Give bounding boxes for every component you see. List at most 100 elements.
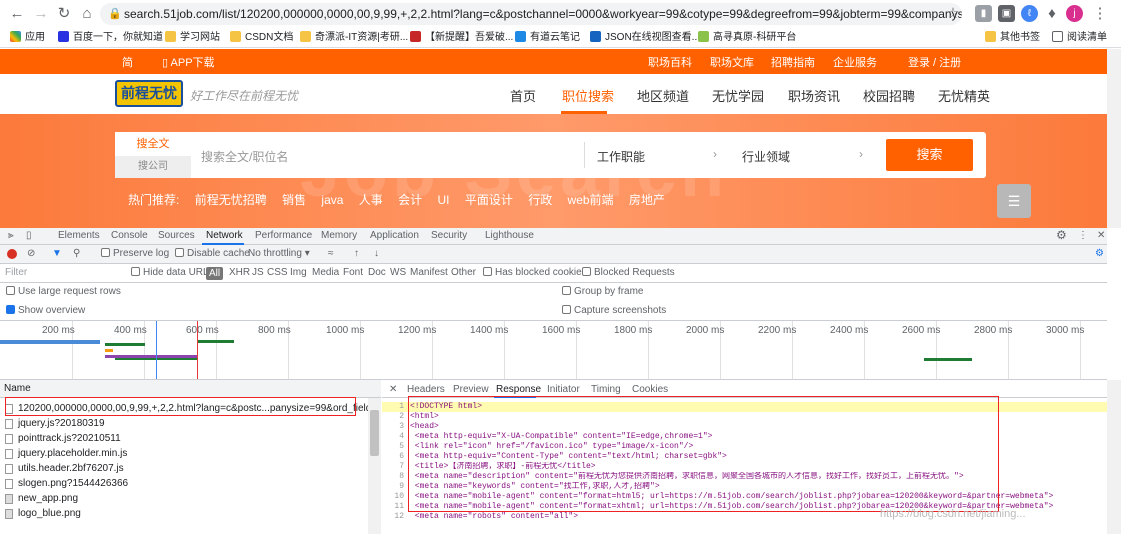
hot-keyword[interactable]: 人事 bbox=[359, 193, 383, 207]
top-link[interactable]: 企业服务 bbox=[833, 54, 877, 70]
bookmark-item[interactable]: CSDN文档 bbox=[230, 30, 293, 45]
search-button[interactable]: 搜索 bbox=[886, 139, 973, 171]
nav-item-active[interactable]: 职位搜索 bbox=[562, 86, 614, 105]
preserve-log-checkbox[interactable]: Preserve log bbox=[101, 248, 169, 259]
large-rows-checkbox[interactable]: Use large request rows bbox=[6, 286, 121, 297]
tab-performance[interactable]: Performance bbox=[255, 230, 312, 241]
extension-icon[interactable]: ▣ bbox=[998, 5, 1015, 22]
settings-gear-icon[interactable]: ⚙ bbox=[1056, 228, 1067, 242]
hot-keyword[interactable]: 销售 bbox=[282, 193, 306, 207]
group-frame-checkbox[interactable]: Group by frame bbox=[562, 286, 643, 297]
filter-input[interactable]: Filter bbox=[5, 267, 27, 278]
nav-item[interactable]: 无忧精英 bbox=[938, 86, 990, 105]
record-icon[interactable] bbox=[7, 249, 17, 259]
throttle-select[interactable]: No throttling ▾ bbox=[248, 248, 310, 259]
blocked-cookies-checkbox[interactable]: Has blocked cookies bbox=[483, 267, 587, 278]
bookmark-item[interactable]: 百度一下，你就知道 bbox=[58, 30, 163, 45]
hot-keyword[interactable]: java bbox=[321, 193, 343, 207]
top-link[interactable]: 职场文库 bbox=[710, 54, 754, 70]
tab-response[interactable]: Response bbox=[496, 384, 541, 395]
nav-item[interactable]: 地区频道 bbox=[637, 86, 689, 105]
hot-keyword[interactable]: 平面设计 bbox=[465, 193, 513, 207]
close-icon[interactable]: ✕ bbox=[1097, 230, 1105, 241]
request-row[interactable]: pointtrack.js?20210511 bbox=[0, 431, 368, 446]
tab-security[interactable]: Security bbox=[431, 230, 467, 241]
filter-type[interactable]: Media bbox=[312, 267, 339, 278]
hot-keyword[interactable]: UI bbox=[437, 193, 449, 207]
filter-type[interactable]: Doc bbox=[368, 267, 386, 278]
request-row[interactable]: logo_blue.png bbox=[0, 506, 368, 521]
network-overview[interactable]: 200 ms 400 ms 600 ms 800 ms 1000 ms 1200… bbox=[0, 321, 1107, 380]
logo[interactable]: 前程无忧 bbox=[115, 80, 183, 107]
request-row[interactable]: utils.header.2bf76207.js bbox=[0, 461, 368, 476]
tab-cookies[interactable]: Cookies bbox=[632, 384, 668, 395]
chat-icon[interactable]: ☰ bbox=[997, 184, 1031, 218]
column-header-name[interactable]: Name bbox=[0, 380, 381, 398]
filter-type[interactable]: CSS bbox=[267, 267, 288, 278]
clear-icon[interactable]: ⊘ bbox=[27, 248, 35, 259]
login-link[interactable]: 登录 / 注册 bbox=[908, 54, 961, 70]
search-icon[interactable]: ⚲ bbox=[73, 248, 80, 259]
screenshots-checkbox[interactable]: Capture screenshots bbox=[562, 305, 666, 316]
search-input[interactable]: 搜索全文/职位名 bbox=[201, 148, 288, 165]
bookmark-item[interactable]: 【新提醒】吾爱破... bbox=[410, 30, 513, 45]
hot-keyword[interactable]: 房地产 bbox=[629, 193, 665, 207]
tab-headers[interactable]: Headers bbox=[407, 384, 445, 395]
kebab-menu-icon[interactable]: ⋮ bbox=[1091, 5, 1109, 23]
export-icon[interactable]: ↓ bbox=[374, 248, 379, 259]
disable-cache-checkbox[interactable]: Disable cache bbox=[175, 248, 250, 259]
bookmark-star-icon[interactable]: ☆ bbox=[944, 5, 962, 23]
top-link[interactable]: 职场百科 bbox=[648, 54, 692, 70]
hide-data-urls-checkbox[interactable]: Hide data URLs bbox=[131, 267, 214, 278]
kebab-menu-icon[interactable]: ⋮ bbox=[1078, 230, 1088, 241]
tab-preview[interactable]: Preview bbox=[453, 384, 489, 395]
simplified-toggle[interactable]: 简 bbox=[122, 54, 133, 70]
tab-fulltext[interactable]: 搜全文 bbox=[115, 132, 191, 156]
filter-type[interactable]: XHR bbox=[229, 267, 250, 278]
hot-keyword[interactable]: 会计 bbox=[398, 193, 422, 207]
tab-sources[interactable]: Sources bbox=[158, 230, 195, 241]
import-icon[interactable]: ↑ bbox=[354, 248, 359, 259]
filter-icon[interactable]: ▼ bbox=[52, 248, 62, 259]
nav-item[interactable]: 无忧学园 bbox=[712, 86, 764, 105]
bookmark-item[interactable]: 学习网站 bbox=[165, 30, 220, 45]
puzzle-icon[interactable]: ♦ bbox=[1043, 5, 1061, 23]
bookmark-item[interactable]: 高寻真原-科研平台 bbox=[698, 30, 796, 45]
bookmark-item[interactable]: 应用 bbox=[10, 30, 45, 45]
filter-type[interactable]: Other bbox=[451, 267, 476, 278]
tab-company[interactable]: 搜公司 bbox=[115, 156, 191, 178]
nav-item[interactable]: 校园招聘 bbox=[863, 86, 915, 105]
scrollbar-thumb[interactable] bbox=[370, 410, 379, 456]
hot-keyword[interactable]: 行政 bbox=[528, 193, 552, 207]
filter-type[interactable]: WS bbox=[390, 267, 406, 278]
tab-initiator[interactable]: Initiator bbox=[547, 384, 580, 395]
device-toggle-icon[interactable]: ▯ bbox=[26, 230, 32, 241]
nav-item[interactable]: 首页 bbox=[510, 86, 536, 105]
bookmark-item[interactable]: JSON在线视图查看... bbox=[590, 30, 700, 45]
filter-all-chip[interactable]: All bbox=[206, 267, 224, 280]
settings-gear-icon[interactable]: ⚙ bbox=[1095, 248, 1104, 259]
filter-type[interactable]: Font bbox=[343, 267, 363, 278]
reload-icon[interactable]: ↻ bbox=[55, 5, 73, 23]
top-link[interactable]: 招聘指南 bbox=[771, 54, 815, 70]
response-scrollbar[interactable] bbox=[1107, 380, 1121, 534]
bookmark-item[interactable]: 有道云笔记 bbox=[515, 30, 580, 45]
hot-keyword[interactable]: web前端 bbox=[568, 193, 614, 207]
reading-list[interactable]: 阅读清单 bbox=[1052, 30, 1107, 45]
extension-icon[interactable]: ℓ bbox=[1021, 5, 1038, 22]
show-overview-checkbox[interactable]: Show overview bbox=[6, 305, 85, 316]
home-icon[interactable]: ⌂ bbox=[78, 5, 96, 23]
tab-elements[interactable]: Elements bbox=[58, 230, 100, 241]
request-row[interactable]: new_app.png bbox=[0, 491, 368, 506]
blocked-requests-checkbox[interactable]: Blocked Requests bbox=[582, 267, 675, 278]
tab-lighthouse[interactable]: Lighthouse bbox=[485, 230, 534, 241]
forward-icon[interactable]: → bbox=[32, 5, 50, 23]
bookmark-other[interactable]: 其他书签 bbox=[985, 30, 1040, 45]
filter-type[interactable]: Img bbox=[290, 267, 307, 278]
tab-console[interactable]: Console bbox=[111, 230, 148, 241]
tab-network[interactable]: Network bbox=[206, 230, 243, 241]
extension-icon[interactable]: ▮ bbox=[975, 5, 992, 22]
app-download-link[interactable]: ▯ APP下载 bbox=[162, 54, 215, 70]
avatar[interactable]: j bbox=[1066, 5, 1083, 22]
address-bar[interactable]: 🔒 search.51job.com/list/120200,000000,00… bbox=[100, 3, 962, 25]
